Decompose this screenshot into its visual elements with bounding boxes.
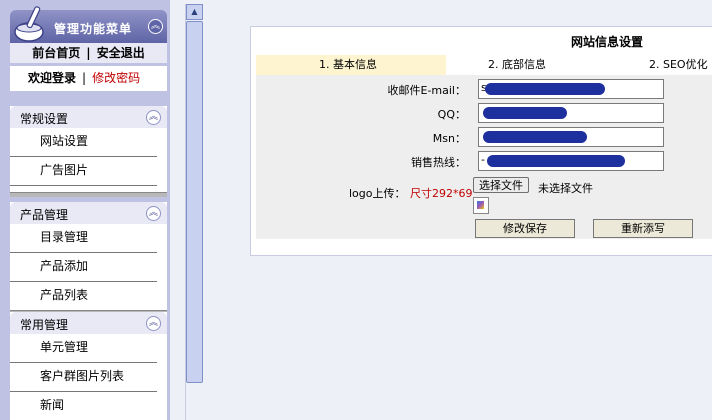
redaction-mark [487,155,625,167]
email-row: 收邮件E-mail： s [256,78,712,100]
frame-scrollbar[interactable]: ▲ [185,4,203,420]
group-title: 产品管理 [20,208,69,222]
tab-footer-info[interactable]: 2. 底部信息 [488,55,546,75]
scroll-up-arrow-icon[interactable]: ▲ [186,4,203,20]
reset-button[interactable]: 重新添写 [593,219,693,238]
change-password-link[interactable]: 修改密码 [92,71,140,85]
collapse-group-icon[interactable]: ︽ [146,206,161,221]
menu-item-client-images[interactable]: 客户群图片列表 [10,363,157,392]
tab-basic-info[interactable]: 1. 基本信息 [256,55,446,75]
settings-form: 收邮件E-mail： s QQ： Msn： 销售热线： - logo上传： 尺寸… [256,75,712,239]
qq-row: QQ： [256,102,712,124]
group-title: 常规设置 [20,112,69,126]
group-general-settings: 常规设置 ︽ 网站设置 广告图片 [10,106,167,197]
front-page-link[interactable]: 前台首页 [32,46,80,60]
collapse-group-icon[interactable]: ︽ [146,316,161,331]
menu-item-units[interactable]: 单元管理 [10,334,157,363]
redaction-mark [483,107,567,119]
group-title: 常用管理 [20,318,69,332]
group-header[interactable]: 常用管理 ︽ [10,312,167,334]
hotline-field[interactable]: - [478,151,664,171]
user-separator: | [82,71,87,85]
sidebar: 管理功能菜单 ︽ 前台首页 | 安全退出 欢迎登录 | 修改密码 常规设置 ︽ 网站设置… [0,0,170,420]
hotline-row: 销售热线： - [256,150,712,172]
menu-title: 管理功能菜单 [54,22,133,36]
group-header[interactable]: 常规设置 ︽ [10,106,167,128]
scrollbar-thumb[interactable] [186,21,203,383]
save-button[interactable]: 修改保存 [475,219,575,238]
qq-label: QQ： [437,108,466,121]
hotline-value: - [481,153,485,166]
qq-field[interactable] [478,103,664,123]
logo-upload-row: logo上传： 尺寸292*69 选择文件 未选择文件 [256,175,712,214]
redaction-mark [483,131,587,143]
msn-row: Msn： [256,126,712,148]
logo-label: logo上传： [349,187,406,200]
user-bar: 欢迎登录 | 修改密码 [10,66,167,91]
group-header[interactable]: 产品管理 ︽ [10,202,167,224]
menu-item-news[interactable]: 新闻 [10,392,157,420]
tab-seo[interactable]: 2. SEO优化 [649,55,708,75]
group-common-management: 常用管理 ︽ 单元管理 客户群图片列表 新闻 [10,312,167,420]
email-label: 收邮件E-mail： [387,84,467,97]
collapse-menu-icon[interactable]: ︽ [148,19,163,34]
tab-label: 1. 基本信息 [319,58,377,71]
msn-label: Msn： [432,132,466,145]
welcome-text: 欢迎登录 [28,71,77,85]
msn-field[interactable] [478,127,664,147]
top-links: 前台首页 | 安全退出 [10,43,167,63]
collapse-group-icon[interactable]: ︽ [146,110,161,125]
logo-size-hint: 尺寸292*69 [410,187,473,200]
link-separator: | [86,46,91,60]
menu-item-site-settings[interactable]: 网站设置 [10,128,157,157]
menu-item-add-product[interactable]: 产品添加 [10,253,157,282]
broken-image-icon [473,197,489,214]
redaction-mark [485,83,605,95]
mortar-logo-icon [14,6,44,42]
hotline-label: 销售热线： [411,156,466,169]
email-field[interactable]: s [478,79,664,99]
menu-item-ad-images[interactable]: 广告图片 [10,157,157,186]
choose-file-button[interactable]: 选择文件 [473,177,529,193]
no-file-text: 未选择文件 [538,182,593,195]
panel-title: 网站信息设置 [571,35,644,49]
group-divider [10,192,167,197]
menu-item-catalog[interactable]: 目录管理 [10,224,157,253]
logout-link[interactable]: 安全退出 [97,46,145,60]
menu-header: 管理功能菜单 ︽ [10,6,167,43]
group-product-management: 产品管理 ︽ 目录管理 产品添加 产品列表 [10,202,167,315]
menu-item-product-list[interactable]: 产品列表 [10,282,157,310]
site-settings-panel: 网站信息设置 1. 基本信息 2. 底部信息 2. SEO优化 收邮件E-mai… [250,26,712,256]
